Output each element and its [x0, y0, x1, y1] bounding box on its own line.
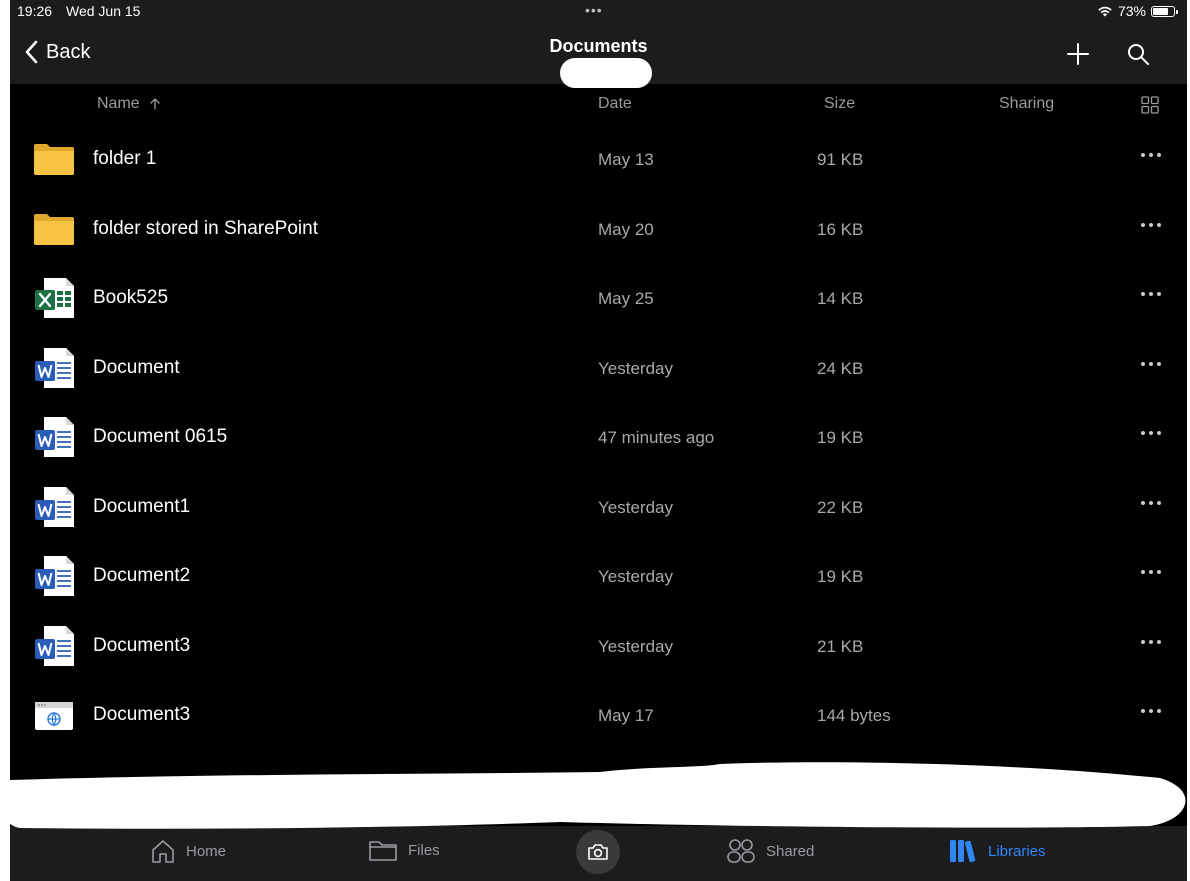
- more-options-icon[interactable]: [1138, 282, 1164, 306]
- file-name: Document2: [93, 565, 191, 586]
- more-options-icon[interactable]: [1138, 213, 1164, 237]
- folder-icon: [369, 841, 397, 861]
- file-date: May 13: [598, 150, 654, 169]
- folder-file-icon: [32, 138, 76, 180]
- word-file-icon: [32, 416, 76, 458]
- sort-ascending-icon: [150, 98, 160, 110]
- tab-files[interactable]: Files: [368, 838, 440, 862]
- file-row[interactable]: Document1 Yesterday 22 KB: [10, 472, 1187, 541]
- status-indicators: 73%: [1097, 3, 1178, 19]
- multitask-handle[interactable]: •••: [585, 2, 603, 18]
- word-file-icon: [32, 555, 76, 597]
- file-row[interactable]: folder 1 May 13 91 KB: [10, 124, 1187, 193]
- column-name-sort[interactable]: Name: [97, 95, 160, 113]
- file-size: 16 KB: [817, 219, 864, 239]
- file-size: 144 bytes: [817, 706, 891, 725]
- file-row[interactable]: Document3 Yesterday 21 KB: [10, 611, 1187, 680]
- battery-icon: [1151, 5, 1178, 17]
- column-header: Name Date Size Sharing: [10, 84, 1187, 124]
- add-icon[interactable]: [1066, 42, 1090, 66]
- battery-fill: [1153, 7, 1168, 15]
- file-name: folder 1: [93, 148, 157, 169]
- shared-people-icon: [727, 839, 755, 863]
- file-row[interactable]: Book525 May 25 14 KB: [10, 263, 1187, 332]
- column-sharing-label[interactable]: Sharing: [999, 95, 1054, 113]
- status-time: 19:26: [17, 3, 53, 19]
- file-date: Yesterday: [598, 358, 673, 378]
- file-size: 19 KB: [817, 567, 864, 586]
- file-row[interactable]: Document Yesterday 24 KB: [10, 333, 1187, 402]
- file-name: Document3: [93, 704, 191, 725]
- file-date: Yesterday: [598, 636, 673, 656]
- tab-bar: Home Files Shared Libraries: [10, 826, 1187, 881]
- redaction-mark: [0, 762, 1186, 829]
- tab-shared-label: Shared: [766, 842, 815, 860]
- more-options-icon[interactable]: [1138, 143, 1164, 167]
- file-size: 19 KB: [817, 428, 864, 447]
- tab-shared[interactable]: Shared: [726, 838, 814, 864]
- file-size: 22 KB: [817, 497, 864, 517]
- wifi-icon: [1098, 6, 1112, 17]
- tab-home-label: Home: [186, 842, 227, 860]
- file-date: May 25: [598, 289, 654, 308]
- folder-file-icon: [32, 208, 76, 250]
- camera-icon: [588, 844, 608, 860]
- file-name: Book525: [93, 287, 169, 308]
- app-screen: 19:26 Wed Jun 15 ••• 73% Back Documents: [10, 0, 1187, 881]
- web-file-icon: [32, 694, 76, 736]
- file-date: May 17: [598, 706, 654, 725]
- word-file-icon: [32, 486, 76, 528]
- more-options-icon[interactable]: [1138, 491, 1164, 515]
- status-date: Wed Jun 15: [66, 3, 141, 19]
- file-size: 24 KB: [817, 358, 864, 378]
- libraries-icon: [950, 840, 976, 863]
- file-name: Document3: [93, 634, 191, 656]
- more-options-icon[interactable]: [1138, 630, 1164, 654]
- more-options-icon[interactable]: [1138, 699, 1164, 723]
- more-options-icon[interactable]: [1138, 421, 1164, 445]
- file-row[interactable]: Document2 Yesterday 19 KB: [10, 541, 1187, 610]
- more-options-icon[interactable]: [1138, 352, 1164, 376]
- tab-libraries-label: Libraries: [988, 842, 1046, 860]
- nav-bar: Back Documents: [10, 24, 1187, 88]
- file-size: 14 KB: [817, 289, 864, 308]
- file-row[interactable]: folder stored in SharePoint May 20 16 KB: [10, 194, 1187, 263]
- file-name: Document1: [93, 495, 191, 517]
- status-bar: 19:26 Wed Jun 15 ••• 73%: [10, 0, 1187, 24]
- column-size-label[interactable]: Size: [824, 95, 855, 113]
- file-name: Document 0615: [93, 426, 228, 447]
- home-icon: [152, 840, 174, 863]
- column-date-label[interactable]: Date: [598, 95, 632, 113]
- file-size: 91 KB: [817, 150, 864, 169]
- search-icon[interactable]: [1126, 42, 1150, 66]
- battery-percent: 73%: [1117, 3, 1146, 19]
- word-file-icon: [32, 625, 76, 667]
- page-title: Documents: [549, 36, 648, 56]
- word-file-icon: [32, 347, 76, 389]
- tab-files-label: Files: [408, 841, 440, 859]
- file-name: folder stored in SharePoint: [93, 217, 318, 239]
- file-row[interactable]: Document3 May 17 144 bytes: [10, 680, 1187, 749]
- file-date: Yesterday: [598, 567, 673, 586]
- column-name-label: Name: [97, 95, 140, 112]
- file-date: 47 minutes ago: [598, 428, 715, 447]
- file-size: 21 KB: [817, 636, 864, 656]
- file-row[interactable]: Document 0615 47 minutes ago 19 KB: [10, 402, 1187, 471]
- tab-libraries[interactable]: Libraries: [948, 838, 1046, 864]
- file-name: Document: [93, 356, 180, 378]
- tab-home[interactable]: Home: [150, 838, 226, 864]
- camera-button[interactable]: [576, 830, 620, 874]
- file-date: May 20: [598, 219, 654, 239]
- file-date: Yesterday: [598, 497, 673, 517]
- grid-view-icon[interactable]: [1141, 96, 1159, 114]
- excel-file-icon: [32, 277, 76, 319]
- more-options-icon[interactable]: [1138, 560, 1164, 584]
